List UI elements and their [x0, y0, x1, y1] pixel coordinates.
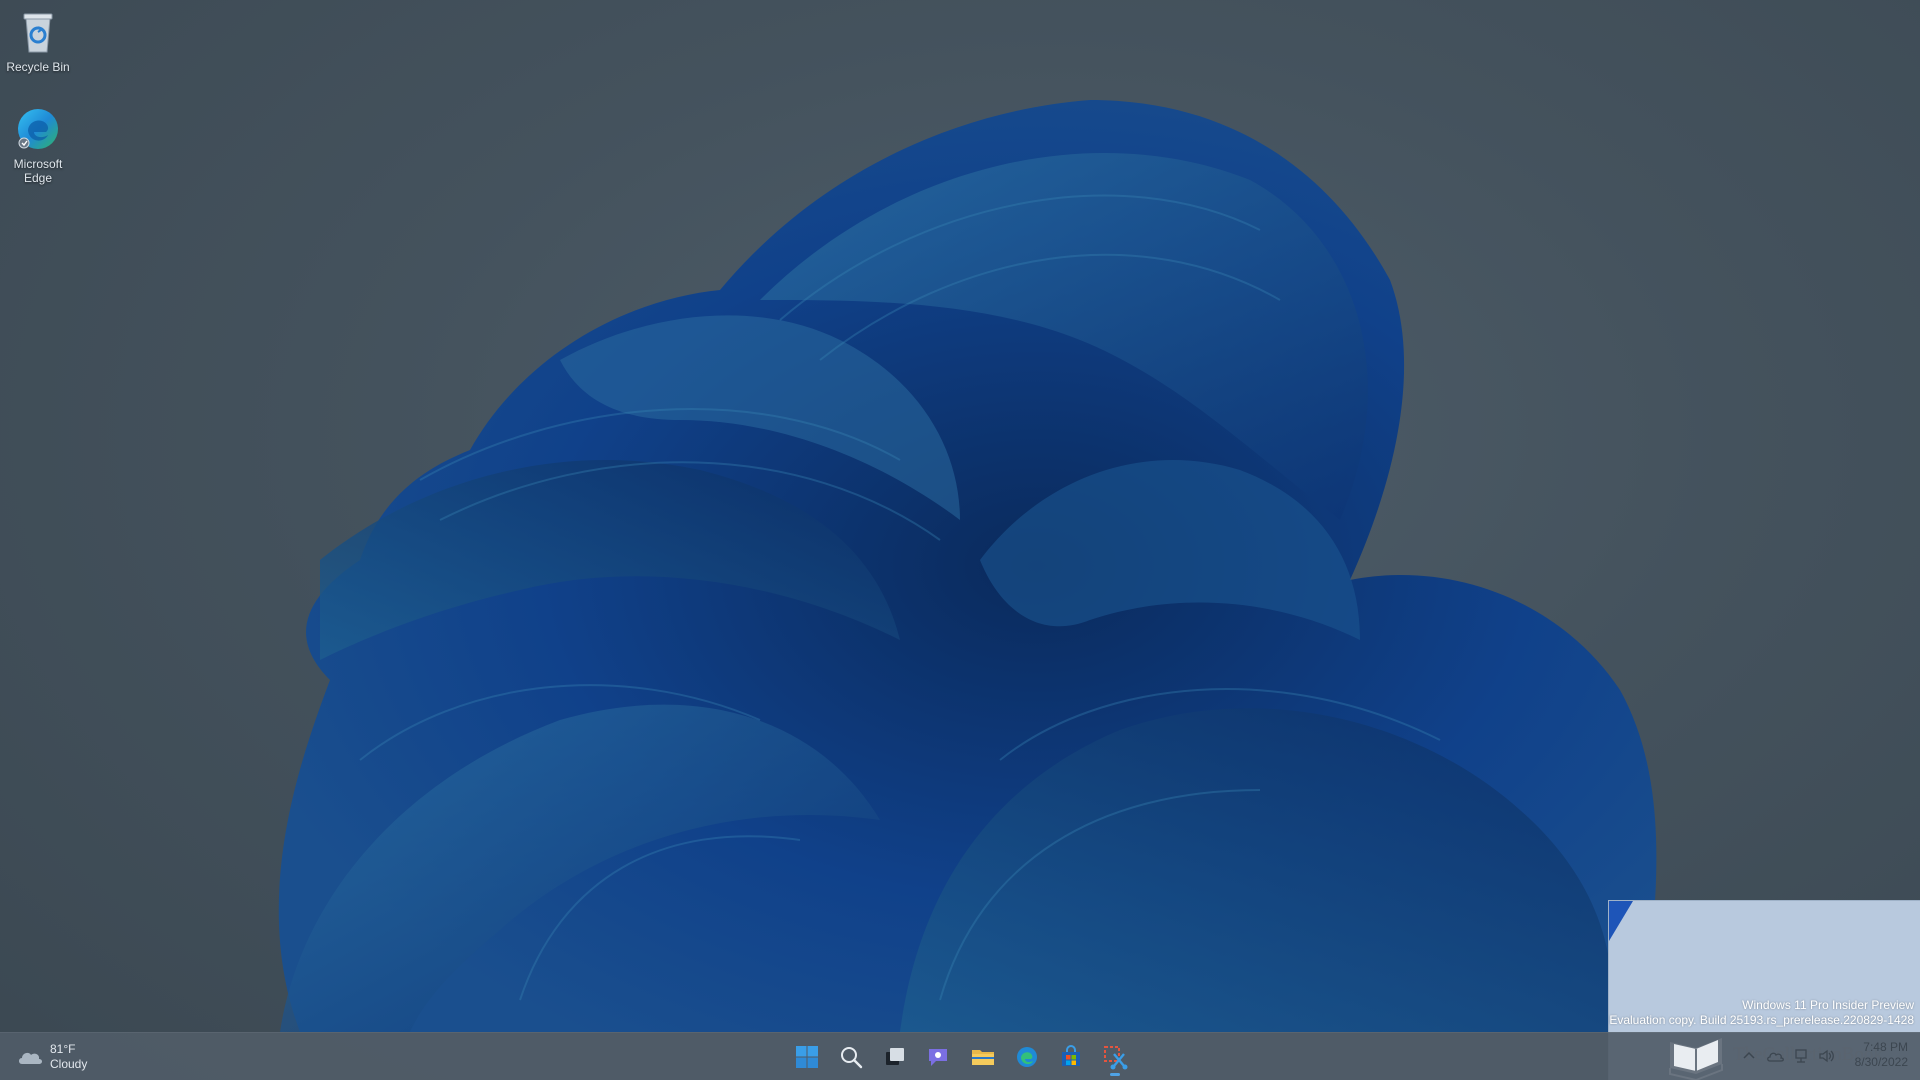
weather-temperature: 81°F [50, 1042, 76, 1056]
taskbar-apps [785, 1037, 1137, 1077]
chat-button[interactable] [917, 1037, 961, 1077]
network-button[interactable] [1790, 1045, 1812, 1067]
edge-icon [18, 109, 58, 149]
task-view-button[interactable] [873, 1037, 917, 1077]
onedrive-icon [1767, 1052, 1784, 1062]
chat-icon [929, 1049, 947, 1066]
desktop-icon-microsoft-edge[interactable]: Microsoft Edge [0, 105, 76, 185]
watermark-line-1: Windows 11 Pro Insider Preview [1742, 998, 1914, 1012]
desktop-icon-recycle-bin[interactable]: Recycle Bin [0, 8, 76, 74]
snipping-tool-button[interactable] [1093, 1037, 1137, 1077]
recycle-bin-icon [23, 13, 53, 53]
volume-icon [1819, 1049, 1834, 1063]
clock-time: 7:48 PM [1863, 1040, 1908, 1054]
start-button[interactable] [785, 1037, 829, 1077]
system-tray [1738, 1032, 1842, 1080]
desktop-icon-label: Microsoft Edge [13, 157, 63, 185]
windows-logo-icon [796, 1046, 818, 1068]
evaluation-watermark: Windows 11 Pro Insider Preview Evaluatio… [1609, 998, 1914, 1028]
network-icon [1795, 1049, 1807, 1063]
tray-overflow-button[interactable] [1738, 1045, 1760, 1067]
task-view-icon [886, 1048, 904, 1065]
onedrive-button[interactable] [1764, 1045, 1786, 1067]
taskbar-clock[interactable]: 7:48 PM 8/30/2022 [1855, 1040, 1908, 1070]
edge-icon [1017, 1047, 1037, 1067]
snipping-tool-icon [1104, 1046, 1128, 1070]
watermark-line-2: Evaluation copy. Build 25193.rs_prerelea… [1609, 1013, 1914, 1027]
weather-widget[interactable]: 81°F Cloudy [16, 1041, 87, 1073]
volume-button[interactable] [1816, 1045, 1838, 1067]
overlay-corner-accent [1609, 901, 1633, 941]
clock-date: 8/30/2022 [1854, 1055, 1908, 1069]
store-button[interactable] [1049, 1037, 1093, 1077]
search-button[interactable] [829, 1037, 873, 1077]
book-icon [1669, 1038, 1723, 1080]
desktop: Recycle Bin Microsoft Edge Windows 11 Pr… [0, 0, 1920, 1080]
chevron-up-icon [1743, 1051, 1755, 1059]
desktop-icon-label: Recycle Bin [6, 60, 70, 74]
edge-button[interactable] [1005, 1037, 1049, 1077]
taskbar: 81°F Cloudy [0, 1032, 1920, 1080]
search-icon [841, 1047, 863, 1069]
cloud-icon [19, 1052, 42, 1064]
store-icon [1062, 1045, 1080, 1066]
weather-condition: Cloudy [50, 1057, 88, 1071]
file-explorer-button[interactable] [961, 1037, 1005, 1077]
folder-icon [972, 1050, 994, 1065]
